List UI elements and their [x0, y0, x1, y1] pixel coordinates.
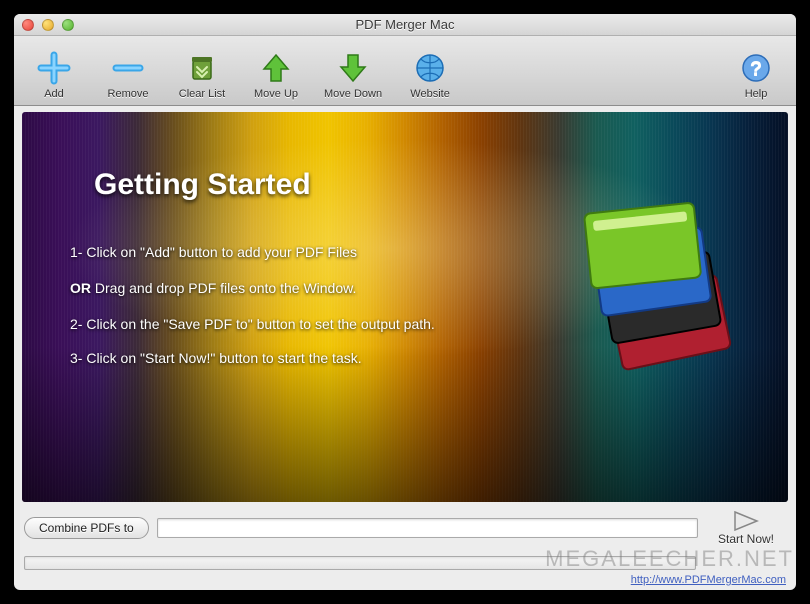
clear-list-button[interactable]: Clear List — [172, 40, 232, 100]
move-up-button[interactable]: Move Up — [246, 40, 306, 100]
step-3-text: 2- Click on the "Save PDF to" button to … — [70, 316, 435, 332]
move-down-label: Move Down — [324, 88, 382, 100]
help-icon: ? — [739, 51, 773, 85]
clear-list-label: Clear List — [179, 88, 225, 100]
remove-button[interactable]: Remove — [98, 40, 158, 100]
window-title: PDF Merger Mac — [14, 17, 796, 32]
app-window: PDF Merger Mac Add Remove Clear List Mov… — [14, 14, 796, 590]
move-down-button[interactable]: Move Down — [320, 40, 386, 100]
svg-text:?: ? — [750, 58, 762, 80]
footer-link[interactable]: http://www.PDFMergerMac.com — [14, 572, 796, 590]
website-button[interactable]: Website — [400, 40, 460, 100]
step-2-text: OR Drag and drop PDF files onto the Wind… — [70, 280, 356, 296]
combine-pdfs-to-button[interactable]: Combine PDFs to — [24, 517, 149, 539]
progress-bar — [24, 556, 696, 570]
window-controls — [22, 19, 74, 31]
arrow-up-icon — [259, 51, 293, 85]
step-1-text: 1- Click on "Add" button to add your PDF… — [70, 244, 357, 260]
folders-illustration — [578, 202, 748, 372]
zoom-icon[interactable] — [62, 19, 74, 31]
start-now-button[interactable]: Start Now! — [706, 510, 786, 546]
toolbar: Add Remove Clear List Move Up Move Down — [14, 36, 796, 106]
help-button[interactable]: ? Help — [726, 40, 786, 100]
help-label: Help — [745, 88, 768, 100]
getting-started-heading: Getting Started — [94, 168, 311, 202]
remove-label: Remove — [108, 88, 149, 100]
plus-icon — [37, 51, 71, 85]
arrow-down-icon — [336, 51, 370, 85]
website-label: Website — [410, 88, 450, 100]
close-icon[interactable] — [22, 19, 34, 31]
output-path-field[interactable] — [157, 518, 698, 538]
move-up-label: Move Up — [254, 88, 298, 100]
minimize-icon[interactable] — [42, 19, 54, 31]
minus-icon — [111, 51, 145, 85]
trash-icon — [185, 51, 219, 85]
globe-icon — [413, 51, 447, 85]
start-now-label: Start Now! — [718, 532, 774, 546]
play-icon — [731, 510, 761, 532]
content-area[interactable]: Getting Started 1- Click on "Add" button… — [22, 112, 788, 502]
add-button[interactable]: Add — [24, 40, 84, 100]
step-4-text: 3- Click on "Start Now!" button to start… — [70, 350, 362, 366]
add-label: Add — [44, 88, 64, 100]
bottom-panel: Combine PDFs to Start Now! — [14, 502, 796, 572]
titlebar: PDF Merger Mac — [14, 14, 796, 36]
